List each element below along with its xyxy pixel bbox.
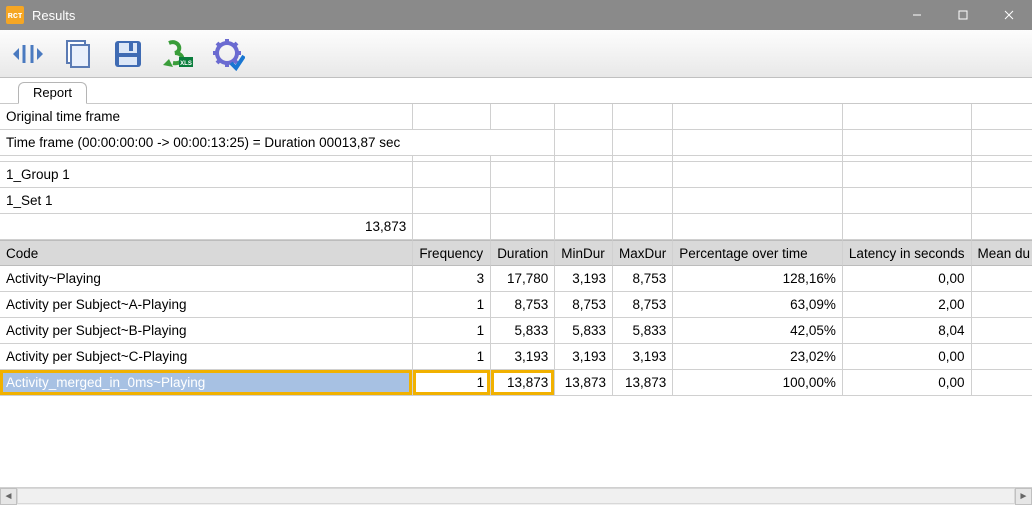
cell-group: 1_Group 1 bbox=[0, 162, 413, 188]
cell-percentage: 42,05% bbox=[673, 318, 843, 344]
cell-meandur bbox=[972, 318, 1032, 344]
header-code[interactable]: Code bbox=[0, 240, 413, 266]
cell-latency: 0,00 bbox=[843, 344, 972, 370]
cell-latency: 0,00 bbox=[843, 370, 972, 396]
tab-strip: Report bbox=[0, 78, 1032, 104]
copy-button[interactable] bbox=[58, 34, 98, 74]
table-row[interactable]: Activity_merged_in_0ms~Playing113,87313,… bbox=[0, 370, 1032, 396]
scroll-right-button[interactable]: ► bbox=[1015, 488, 1032, 505]
scroll-left-button[interactable]: ◄ bbox=[0, 488, 17, 505]
table-row[interactable]: Activity~Playing317,7803,1938,753128,16%… bbox=[0, 266, 1032, 292]
cell-mindur: 3,193 bbox=[555, 344, 613, 370]
cell-mindur: 5,833 bbox=[555, 318, 613, 344]
cell-code: Activity per Subject~A-Playing bbox=[0, 292, 413, 318]
header-maxdur[interactable]: MaxDur bbox=[613, 240, 673, 266]
cell-mindur: 8,753 bbox=[555, 292, 613, 318]
maximize-button[interactable] bbox=[940, 0, 986, 30]
cell-duration: 8,753 bbox=[491, 292, 555, 318]
header-latency[interactable]: Latency in seconds bbox=[843, 240, 972, 266]
title-bar: ʀᴄᴛ Results bbox=[0, 0, 1032, 30]
cell-percentage: 63,09% bbox=[673, 292, 843, 318]
header-frequency[interactable]: Frequency bbox=[413, 240, 491, 266]
cell-mindur: 3,193 bbox=[555, 266, 613, 292]
cell-frequency: 1 bbox=[413, 318, 491, 344]
row-set[interactable]: 1_Set 1 bbox=[0, 188, 1032, 214]
cell-frequency: 3 bbox=[413, 266, 491, 292]
table-row[interactable]: Activity per Subject~B-Playing15,8335,83… bbox=[0, 318, 1032, 344]
save-button[interactable] bbox=[108, 34, 148, 74]
horizontal-scrollbar[interactable]: ◄ ► bbox=[0, 487, 1032, 504]
cell-code: Activity_merged_in_0ms~Playing bbox=[0, 370, 413, 396]
cell-frequency: 1 bbox=[413, 370, 491, 396]
app-icon: ʀᴄᴛ bbox=[6, 6, 24, 24]
cell-meandur bbox=[972, 292, 1032, 318]
header-mindur[interactable]: MinDur bbox=[555, 240, 613, 266]
results-table: Original time frame Time frame (00:00:00… bbox=[0, 104, 1032, 396]
cell-duration: 17,780 bbox=[491, 266, 555, 292]
header-duration[interactable]: Duration bbox=[491, 240, 555, 266]
minimize-button[interactable] bbox=[894, 0, 940, 30]
header-meandur[interactable]: Mean du bbox=[972, 240, 1032, 266]
cell-latency: 2,00 bbox=[843, 292, 972, 318]
cell-meandur bbox=[972, 266, 1032, 292]
row-set-value[interactable]: 13,873 bbox=[0, 214, 1032, 240]
cell-maxdur: 5,833 bbox=[613, 318, 673, 344]
cell-percentage: 100,00% bbox=[673, 370, 843, 396]
row-group[interactable]: 1_Group 1 bbox=[0, 162, 1032, 188]
close-button[interactable] bbox=[986, 0, 1032, 30]
cell-latency: 0,00 bbox=[843, 266, 972, 292]
tab-report[interactable]: Report bbox=[18, 82, 87, 104]
cell-percentage: 23,02% bbox=[673, 344, 843, 370]
cell-latency: 8,04 bbox=[843, 318, 972, 344]
cell-code: Activity per Subject~B-Playing bbox=[0, 318, 413, 344]
table-row[interactable]: Activity per Subject~C-Playing13,1933,19… bbox=[0, 344, 1032, 370]
cell-code: Activity per Subject~C-Playing bbox=[0, 344, 413, 370]
cell-duration: 13,873 bbox=[491, 370, 555, 396]
cell-meandur bbox=[972, 344, 1032, 370]
toolbar: XLS bbox=[0, 30, 1032, 78]
settings-button[interactable] bbox=[208, 34, 248, 74]
cell-duration: 3,193 bbox=[491, 344, 555, 370]
row-timeframe-detail[interactable]: Time frame (00:00:00:00 -> 00:00:13:25) … bbox=[0, 130, 1032, 156]
window-title: Results bbox=[32, 8, 75, 23]
svg-text:XLS: XLS bbox=[180, 61, 192, 67]
cell-percentage: 128,16% bbox=[673, 266, 843, 292]
cell-timeframe-detail: Time frame (00:00:00:00 -> 00:00:13:25) … bbox=[0, 130, 555, 156]
cell-mindur: 13,873 bbox=[555, 370, 613, 396]
export-excel-button[interactable]: XLS bbox=[158, 34, 198, 74]
cell-maxdur: 3,193 bbox=[613, 344, 673, 370]
cell-set-value: 13,873 bbox=[0, 214, 413, 240]
cell-duration: 5,833 bbox=[491, 318, 555, 344]
cell-frequency: 1 bbox=[413, 292, 491, 318]
column-header-row: Code Frequency Duration MinDur MaxDur Pe… bbox=[0, 240, 1032, 266]
table-row[interactable]: Activity per Subject~A-Playing18,7538,75… bbox=[0, 292, 1032, 318]
cell-original-timeframe: Original time frame bbox=[0, 104, 413, 130]
cell-code: Activity~Playing bbox=[0, 266, 413, 292]
autofit-columns-button[interactable] bbox=[8, 34, 48, 74]
cell-maxdur: 8,753 bbox=[613, 266, 673, 292]
scroll-track[interactable] bbox=[17, 488, 1015, 504]
cell-maxdur: 8,753 bbox=[613, 292, 673, 318]
row-original-timeframe[interactable]: Original time frame bbox=[0, 104, 1032, 130]
grid-area[interactable]: Original time frame Time frame (00:00:00… bbox=[0, 104, 1032, 487]
cell-meandur bbox=[972, 370, 1032, 396]
cell-set: 1_Set 1 bbox=[0, 188, 413, 214]
cell-maxdur: 13,873 bbox=[613, 370, 673, 396]
header-percentage[interactable]: Percentage over time bbox=[673, 240, 843, 266]
cell-frequency: 1 bbox=[413, 344, 491, 370]
